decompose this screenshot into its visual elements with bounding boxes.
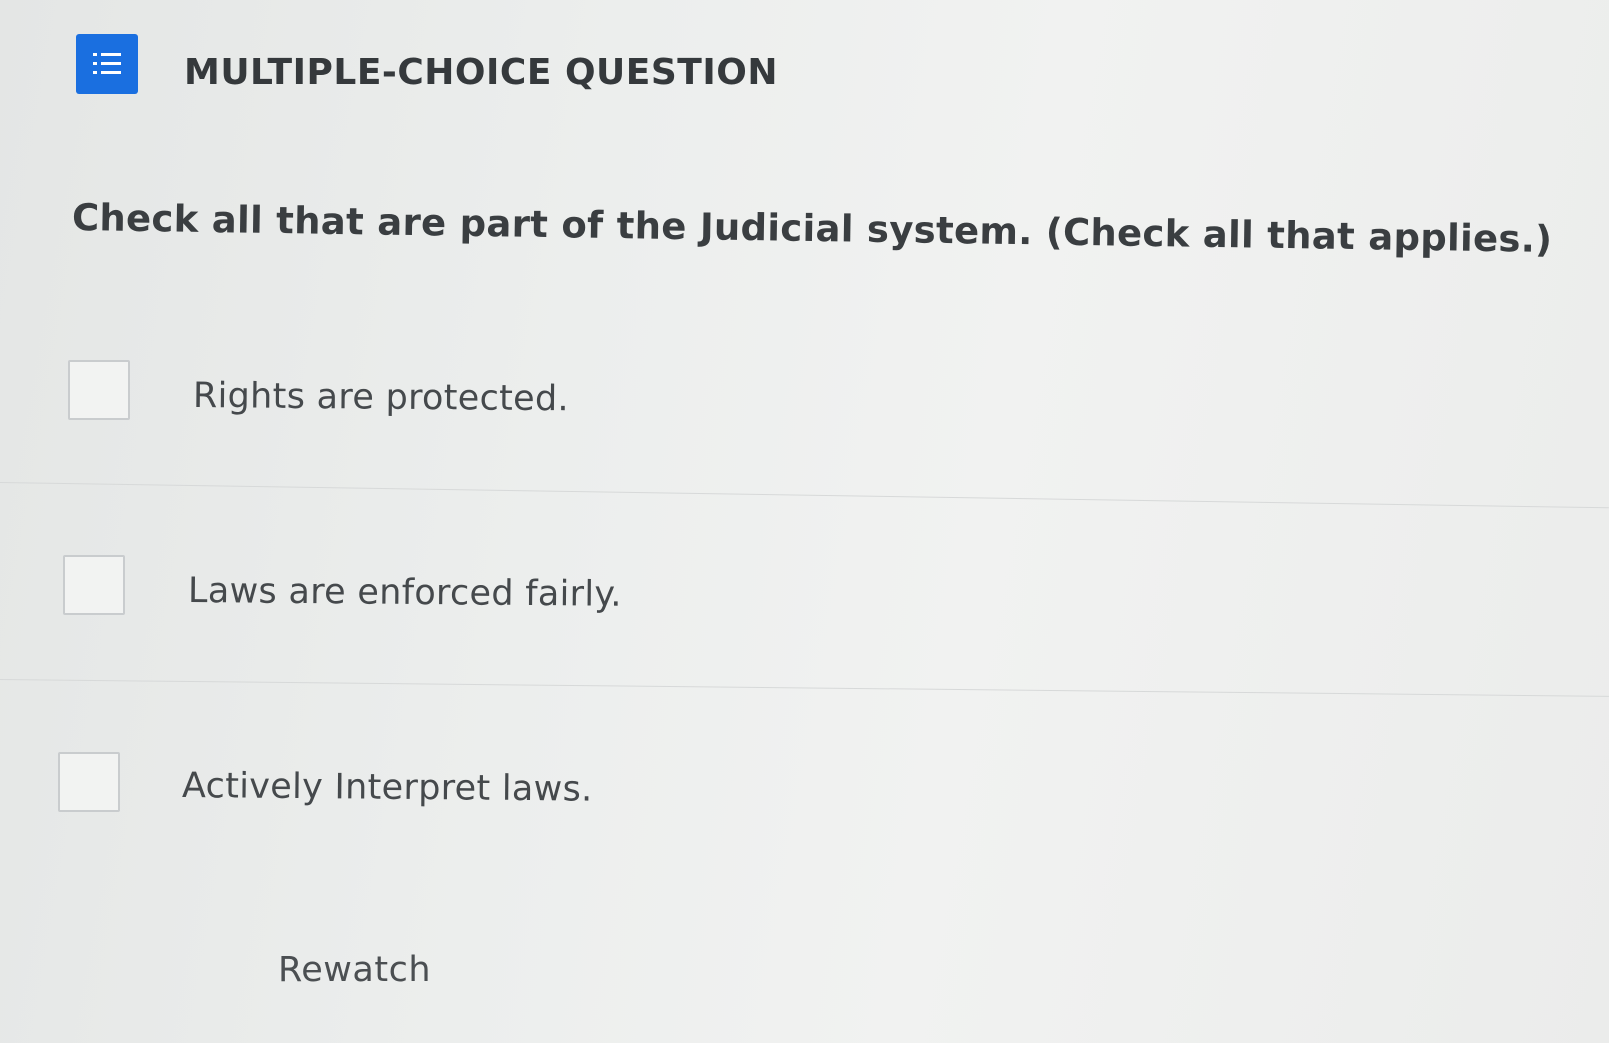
option-checkbox[interactable] xyxy=(68,360,130,420)
option-checkbox[interactable] xyxy=(63,555,125,615)
option-interpret-laws[interactable]: Actively Interpret laws. xyxy=(0,692,1609,888)
question-prompt: Check all that are part of the Judicial … xyxy=(71,196,1553,261)
option-rights-protected[interactable]: Rights are protected. xyxy=(0,300,1609,496)
option-label: Rights are protected. xyxy=(192,376,570,420)
list-numbered-icon xyxy=(76,34,138,94)
option-label: Actively Interpret laws. xyxy=(181,766,593,810)
rewatch-button[interactable]: Rewatch xyxy=(278,950,431,990)
option-laws-enforced[interactable]: Laws are enforced fairly. xyxy=(0,495,1609,691)
option-label: Laws are enforced fairly. xyxy=(187,571,622,615)
question-type-title: MULTIPLE-CHOICE QUESTION xyxy=(184,51,778,93)
question-header: MULTIPLE-CHOICE QUESTION xyxy=(76,34,778,94)
option-checkbox[interactable] xyxy=(58,752,120,812)
